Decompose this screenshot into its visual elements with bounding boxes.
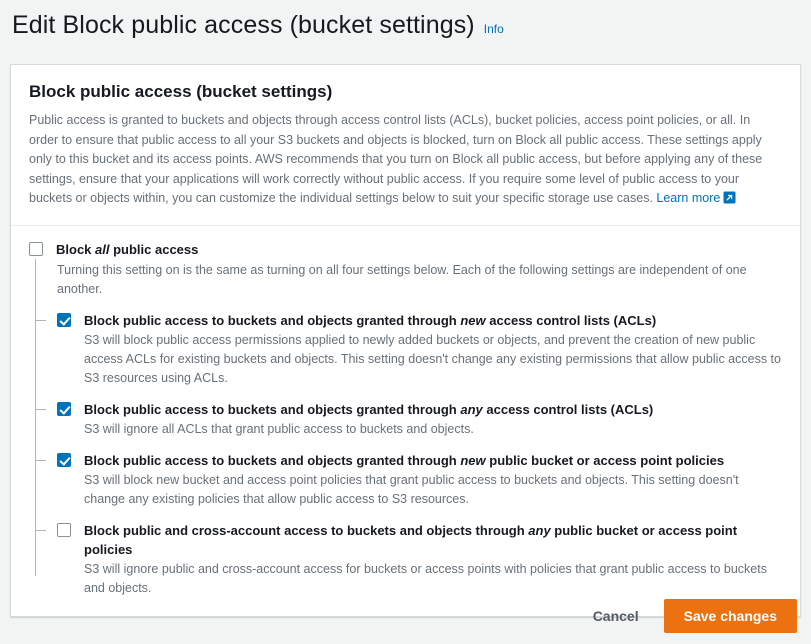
tree-connector-line [35,258,36,576]
setting-row-block-new-acls: Block public access to buckets and objec… [57,311,782,388]
save-changes-button[interactable]: Save changes [663,599,797,633]
card-title: Block public access (bucket settings) [29,82,333,101]
card-description: Public access is granted to buckets and … [29,111,782,211]
label-emphasis: any [528,522,551,538]
setting-row-block-new-policies: Block public access to buckets and objec… [57,451,782,509]
child-settings-group: Turning this setting on is the same as t… [35,258,782,598]
checkbox-block-new-acls[interactable] [57,312,71,327]
setting-description-block-new-acls: S3 will block public access permissions … [84,332,781,385]
settings-list: Block all public access Turning this set… [11,226,800,616]
learn-more-link[interactable]: Learn more [656,191,736,205]
checkbox-wrap-block-new-acls [57,311,84,327]
setting-label-block-new-acls[interactable]: Block public access to buckets and objec… [84,311,782,330]
label-prefix: Block public access to buckets and objec… [84,401,461,417]
info-link[interactable]: Info [484,22,504,36]
setting-label-block-any-acls[interactable]: Block public access to buckets and objec… [84,400,782,419]
setting-label-block-new-policies[interactable]: Block public access to buckets and objec… [84,451,782,470]
setting-texts-block-all: Block all public access [56,240,782,259]
checkbox-block-cross-account-policies[interactable] [57,522,71,537]
setting-label-block-all[interactable]: Block all public access [56,240,782,259]
block-public-access-card: Block public access (bucket settings) Pu… [10,64,801,617]
setting-block-new-acls[interactable]: Block public access to buckets and objec… [35,311,782,388]
setting-description-block-new-policies: S3 will block new bucket and access poin… [84,472,739,506]
label-emphasis: all [95,241,110,257]
setting-block-new-policies[interactable]: Block public access to buckets and objec… [35,451,782,509]
label-suffix: public bucket or access point policies [485,452,725,468]
setting-texts-block-new-acls: Block public access to buckets and objec… [84,311,782,388]
setting-texts-block-new-policies: Block public access to buckets and objec… [84,451,782,509]
card-description-text: Public access is granted to buckets and … [29,113,763,205]
card-header: Block public access (bucket settings) Pu… [11,65,800,226]
checkbox-wrap-block-all [29,240,56,256]
footer-actions: Cancel Save changes [0,588,811,644]
setting-description-block-all: Turning this setting on is the same as t… [57,262,747,296]
checkbox-block-any-acls[interactable] [57,401,71,416]
checkbox-wrap-block-any-acls [57,400,84,416]
edit-block-public-access-page: Edit Block public access (bucket setting… [0,0,811,644]
page-header: Edit Block public access (bucket setting… [0,0,811,40]
setting-row-block-cross-account-policies: Block public and cross-account access to… [57,521,782,598]
learn-more-label: Learn more [656,191,721,205]
label-prefix: Block public access to buckets and objec… [84,452,461,468]
checkbox-wrap-block-cross-account-policies [57,521,84,537]
label-suffix: access control lists (ACLs) [485,312,657,328]
setting-texts-block-cross-account-policies: Block public and cross-account access to… [84,521,782,598]
setting-label-block-cross-account-policies[interactable]: Block public and cross-account access to… [84,521,782,559]
label-emphasis: new [460,312,486,328]
label-suffix: public access [109,241,199,257]
label-prefix: Block [56,241,96,257]
label-prefix: Block public access to buckets and objec… [84,312,461,328]
checkbox-wrap-block-new-policies [57,451,84,467]
cancel-button[interactable]: Cancel [576,599,656,633]
page-title: Edit Block public access (bucket setting… [12,11,475,39]
checkbox-block-new-policies[interactable] [57,452,71,467]
setting-block-all-public-access[interactable]: Block all public access [29,240,782,259]
label-emphasis: new [460,452,486,468]
label-prefix: Block public and cross-account access to… [84,522,529,538]
setting-row-block-any-acls: Block public access to buckets and objec… [57,400,782,439]
external-link-icon [723,191,736,211]
checkbox-block-all-public-access[interactable] [29,241,43,256]
label-suffix: access control lists (ACLs) [482,401,654,417]
setting-block-any-acls[interactable]: Block public access to buckets and objec… [35,400,782,439]
setting-description-block-any-acls: S3 will ignore all ACLs that grant publi… [84,421,474,436]
setting-texts-block-any-acls: Block public access to buckets and objec… [84,400,782,439]
label-emphasis: any [460,401,483,417]
setting-block-cross-account-policies[interactable]: Block public and cross-account access to… [35,521,782,598]
